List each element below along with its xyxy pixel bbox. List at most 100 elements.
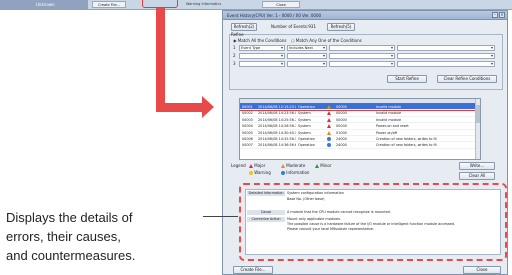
cell-code: 00000 — [336, 105, 347, 109]
refine-value-extra-select[interactable] — [397, 53, 495, 59]
refine-value-extra-select[interactable] — [397, 61, 495, 67]
legend-major-label: Major — [254, 163, 266, 168]
refine-field-select[interactable] — [239, 61, 285, 67]
refine-op-select[interactable]: Includes Next — [287, 45, 327, 51]
cell-status — [360, 117, 374, 122]
refine-op-select[interactable] — [287, 61, 327, 67]
cell-no: 00007 — [242, 143, 253, 148]
refresh-button[interactable]: Refresh(2) — [231, 23, 257, 31]
cell-desc: Power on/off — [376, 130, 398, 135]
scrollbar-thumb[interactable] — [476, 105, 480, 123]
base-no-value: Base No. (Other base) — [287, 197, 325, 201]
cell-desc: Creation of new folders, writes to fil — [376, 143, 437, 148]
warning-icon — [249, 171, 253, 175]
legend-minor-label: Minor — [320, 163, 332, 168]
legend-warning: Warning — [249, 170, 271, 175]
match-any-label: Match Any One of the Conditions — [295, 38, 362, 43]
minimize-icon[interactable]: – — [492, 12, 498, 18]
bg-create-file-button[interactable]: Create File... — [92, 1, 126, 8]
bg-left-panel: Unknown — [0, 0, 88, 10]
bg-legend-text: Warning Informatics — [186, 2, 222, 6]
callout-arrow-stem — [156, 8, 165, 112]
refresh-right-button[interactable]: Refresh(5) — [327, 23, 355, 31]
cell-status — [360, 130, 374, 135]
refine-row-num: 3 — [233, 61, 236, 66]
legend-minor: Minor — [315, 163, 331, 168]
match-all-radio[interactable]: ◉ Match All the Conditions — [233, 38, 286, 43]
table-scrollbar[interactable] — [475, 99, 480, 159]
cell-status — [360, 136, 374, 141]
warning-icon — [322, 104, 334, 109]
event-history-dialog: Event History(CPU) Ver. 1 - 0000 / 00 Ve… — [222, 10, 508, 275]
callout-arrow-head — [202, 96, 214, 118]
dialog-titlebar: Event History(CPU) Ver. 1 - 0000 / 00 Ve… — [223, 11, 507, 20]
create-file-button[interactable]: Create File... — [233, 266, 273, 274]
cell-time: 2014/06/08 12:15:23.000 — [258, 105, 296, 109]
moderate-icon — [281, 164, 285, 168]
cell-time: 2014/06/08 14:36:56.617 — [258, 143, 296, 148]
cell-code: 00000 — [336, 124, 347, 129]
refine-row-num: 1 — [233, 45, 236, 50]
detailed-info-value: System configuration information — [287, 191, 344, 195]
cell-status — [360, 123, 374, 128]
start-refine-button[interactable]: Start Refine — [387, 75, 427, 83]
annotation-line-1: Displays the details of — [6, 210, 133, 225]
refine-field-select[interactable] — [239, 53, 285, 59]
cell-time: 2014/06/08 14:32:56.100 — [258, 136, 296, 141]
cell-desc: Invalid module — [376, 111, 402, 116]
bg-highlight-frame — [142, 0, 178, 8]
corrective-action-label: Corrective Action — [247, 217, 285, 222]
cell-desc: Power-on and reset — [376, 124, 409, 129]
major-icon — [322, 110, 334, 116]
cell-no: 00001 — [242, 105, 253, 109]
refine-value-select[interactable] — [329, 53, 395, 59]
refine-row-num: 2 — [233, 53, 236, 58]
match-any-radio[interactable]: ○ Match Any One of the Conditions — [291, 38, 362, 43]
cell-status — [360, 104, 374, 109]
bg-close-button[interactable]: Close — [262, 1, 300, 8]
annotation-line-2: errors, their causes, — [6, 229, 121, 244]
write-button[interactable]: Write... — [459, 162, 495, 170]
information-icon — [322, 142, 334, 148]
close-button[interactable]: Close — [463, 266, 501, 274]
close-icon[interactable]: × — [499, 12, 505, 18]
cell-time: 2014/06/08 14:30:40.128 — [258, 130, 296, 135]
cell-status — [360, 110, 374, 115]
legend-warning-label: Warning — [254, 170, 271, 175]
refine-value-extra-select[interactable] — [397, 45, 495, 51]
legend-title: Legend — [231, 163, 246, 168]
clear-refine-button[interactable]: Clear Refine Conditions — [437, 75, 497, 83]
annotation-line-3: and countermeasures. — [6, 248, 136, 263]
legend-moderate: Moderate — [281, 163, 305, 168]
cell-type: System — [298, 111, 311, 116]
legend-information: Information — [281, 170, 309, 175]
legend-major: Major — [249, 163, 265, 168]
legend-moderate-label: Moderate — [286, 163, 306, 168]
callout-arrow-bend — [156, 103, 204, 112]
refine-value-select[interactable] — [329, 61, 395, 67]
refine-field-select[interactable]: Event Type — [239, 45, 285, 51]
cell-type: Operation — [298, 105, 315, 109]
refine-op-select[interactable] — [287, 53, 327, 59]
cause-value: A module that the CPU module cannot reco… — [287, 210, 391, 214]
match-all-label: Match All the Conditions — [237, 38, 287, 43]
cell-code: 00000 — [336, 111, 347, 116]
cell-no: 00005 — [242, 130, 253, 135]
cell-no: 00006 — [242, 136, 253, 141]
cell-type: System — [298, 124, 311, 129]
details-highlight: Detailed Information System configuratio… — [239, 183, 507, 261]
cell-no: 00002 — [242, 111, 253, 116]
annotation-text: Displays the details of errors, their ca… — [6, 208, 212, 265]
cell-time: 2014/06/08 14:25:56.788 — [258, 117, 296, 122]
information-icon — [281, 171, 285, 175]
cause-label: Cause — [247, 210, 285, 215]
information-icon — [322, 136, 334, 141]
clear-all-button[interactable]: Clear All — [459, 172, 495, 180]
num-events-label: Number of Events:931 — [271, 24, 316, 29]
event-table: 00001 2014/06/08 12:15:23.000 Operation … — [239, 98, 481, 160]
major-icon — [322, 123, 334, 129]
refine-value-select[interactable] — [329, 45, 395, 51]
major-icon — [249, 164, 253, 168]
refine-title: Refine — [231, 32, 244, 37]
table-row[interactable]: 00007 2014/06/08 14:36:56.617 Operation … — [240, 142, 480, 149]
